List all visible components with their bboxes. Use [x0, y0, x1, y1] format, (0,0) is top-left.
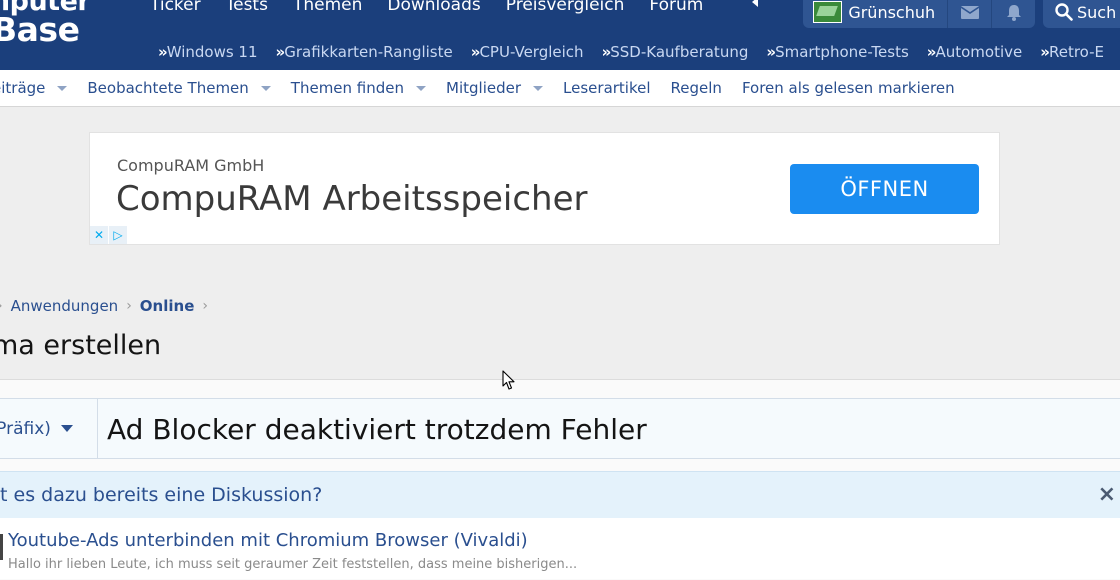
nav-downloads[interactable]: Downloads — [387, 0, 480, 18]
secnav-themen-finden[interactable]: Themen finden — [290, 79, 427, 97]
nav-themen[interactable]: Themen — [293, 0, 362, 18]
secnav-beobachtete-themen[interactable]: Beobachtete Themen — [87, 79, 271, 97]
secnav-regeln[interactable]: Regeln — [671, 79, 722, 97]
double-chevron-icon: » — [1040, 43, 1050, 61]
secnav-label: Themen finden — [290, 79, 405, 97]
subnav-cpu-vergleich[interactable]: » CPU-Vergleich — [471, 43, 584, 61]
double-chevron-icon: » — [926, 43, 937, 61]
ad-choices-icon[interactable]: ▷ — [109, 226, 127, 244]
ad-company: CompuRAM GmbH — [117, 156, 265, 175]
forum-sub-nav: eiträge Beobachtete Themen Themen finden… — [0, 70, 1120, 107]
secnav-label: eiträge — [0, 79, 46, 97]
double-chevron-icon: » — [275, 43, 286, 61]
user-block: Grünschuh — [803, 0, 1035, 28]
subnav-label: CPU-Vergleich — [479, 43, 584, 61]
subnav-label: Automotive — [935, 43, 1023, 61]
close-icon[interactable]: × — [1098, 482, 1116, 507]
similar-thread-title[interactable]: Youtube-Ads unterbinden mit Chromium Bro… — [8, 530, 528, 551]
nav-tests[interactable]: Tests — [226, 0, 268, 18]
subnav-smartphone[interactable]: » Smartphone-Tests — [766, 43, 908, 61]
secnav-mitglieder[interactable]: Mitglieder — [446, 79, 544, 97]
caret-down-icon[interactable] — [57, 85, 68, 91]
double-chevron-icon: » — [601, 43, 612, 61]
thread-avatar — [0, 534, 3, 560]
subnav-grafikkarten[interactable]: » Grafikkarten-Rangliste — [276, 43, 453, 61]
double-chevron-icon: » — [470, 43, 481, 61]
chevron-right-icon: › — [0, 298, 3, 314]
mouse-cursor-icon — [502, 370, 515, 390]
nav-preisvergleich[interactable]: Preisvergleich — [506, 0, 625, 18]
notifications-button[interactable] — [991, 0, 1035, 28]
subnav-retro[interactable]: » Retro-E — [1040, 43, 1104, 61]
secnav-label: Mitglieder — [446, 79, 522, 97]
breadcrumb-anwendungen[interactable]: Anwendungen — [11, 297, 119, 315]
secnav-beitraege[interactable]: eiträge — [0, 79, 68, 97]
triangle-down-icon — [60, 425, 73, 432]
ad-open-button[interactable]: ÖFFNEN — [790, 164, 979, 214]
subnav-label: SSD-Kaufberatung — [610, 43, 749, 61]
breadcrumb: › Anwendungen › Online › — [0, 297, 216, 315]
secnav-label: Leserartikel — [563, 79, 651, 97]
secnav-label: Regeln — [670, 79, 722, 97]
logo-text-bottom[interactable]: Base — [0, 13, 80, 46]
avatar[interactable] — [813, 1, 843, 23]
forum-menu-arrow-icon[interactable] — [752, 0, 758, 7]
similar-threads-bar: bt es dazu bereits eine Diskussion? × — [0, 471, 1120, 519]
thread-title-input[interactable] — [98, 399, 1109, 460]
messages-button[interactable] — [947, 0, 991, 28]
ad-controls: ✕ ▷ — [90, 226, 128, 244]
secnav-mark-read[interactable]: Foren als gelesen markieren — [742, 79, 955, 97]
nav-ticker[interactable]: Ticker — [150, 0, 201, 18]
prefix-label: n Präfix) — [0, 418, 51, 439]
page-title: ma erstellen — [0, 330, 162, 361]
ad-headline: CompuRAM Arbeitsspeicher — [116, 179, 588, 219]
nav-forum[interactable]: Forum — [649, 0, 703, 18]
breadcrumb-online[interactable]: Online — [140, 297, 195, 315]
thread-title-row: n Präfix) — [0, 398, 1120, 460]
site-header: mputer Base Ticker Tests Themen Download… — [0, 0, 1120, 70]
bell-icon — [1006, 4, 1021, 21]
ad-banner[interactable]: CompuRAM GmbH CompuRAM Arbeitsspeicher Ö… — [89, 132, 1000, 245]
search-icon — [1055, 3, 1073, 21]
secnav-label: Beobachtete Themen — [87, 79, 249, 97]
similar-thread-item: Youtube-Ads unterbinden mit Chromium Bro… — [0, 518, 1120, 579]
subnav-ssd[interactable]: » SSD-Kaufberatung — [602, 43, 749, 61]
subnav-label: Retro-E — [1048, 43, 1105, 61]
subnav-label: Windows 11 — [166, 43, 258, 61]
subnav-automotive[interactable]: » Automotive — [927, 43, 1022, 61]
double-chevron-icon: » — [766, 43, 776, 61]
chevron-right-icon: › — [126, 298, 132, 314]
search-label: Such — [1077, 2, 1117, 22]
username[interactable]: Grünschuh — [848, 3, 935, 22]
prefix-select[interactable]: n Präfix) — [0, 399, 98, 458]
subnav-label: Smartphone-Tests — [775, 43, 909, 61]
sub-nav: » Windows 11 » Grafikkarten-Rangliste » CPU… — [158, 43, 1120, 61]
chevron-right-icon: › — [202, 298, 208, 314]
double-chevron-icon: » — [158, 43, 168, 61]
caret-down-icon[interactable] — [533, 85, 544, 91]
similar-thread-snippet: Hallo ihr lieben Leute, ich muss seit ge… — [8, 557, 578, 572]
search-button[interactable]: Such — [1043, 0, 1120, 28]
envelope-icon — [960, 5, 979, 19]
caret-down-icon[interactable] — [260, 85, 271, 91]
similar-threads-question: bt es dazu bereits eine Diskussion? — [0, 484, 323, 506]
secnav-leserartikel[interactable]: Leserartikel — [563, 79, 651, 97]
ad-close-icon[interactable]: ✕ — [90, 226, 108, 244]
caret-down-icon[interactable] — [416, 85, 427, 91]
subnav-label: Grafikkarten-Rangliste — [284, 43, 453, 61]
secnav-label: Foren als gelesen markieren — [741, 79, 955, 97]
subnav-windows-11[interactable]: » Windows 11 — [158, 43, 258, 61]
main-nav: Ticker Tests Themen Downloads Preisvergl… — [150, 0, 728, 18]
